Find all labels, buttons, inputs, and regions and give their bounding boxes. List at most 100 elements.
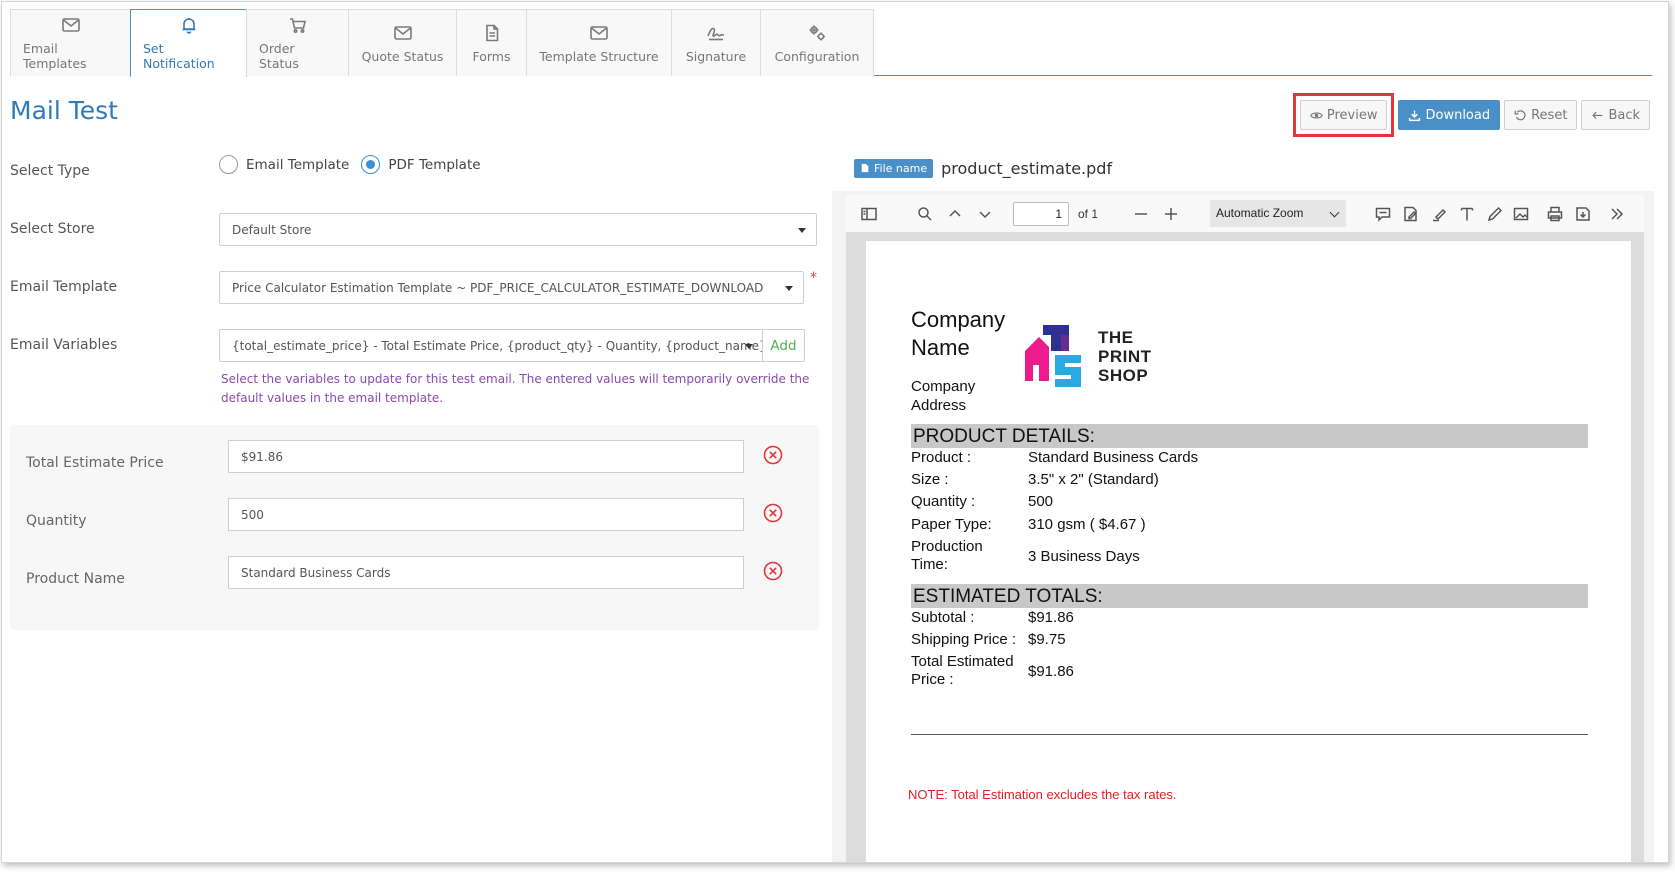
radio-pdf-template[interactable]: PDF Template <box>361 155 481 174</box>
page-count: of 1 <box>1078 207 1099 221</box>
detail-label: Paper Type: <box>911 516 992 533</box>
add-variable-button[interactable]: Add <box>762 329 805 362</box>
variables-panel: Total Estimate Price $91.86 Quantity 500… <box>10 425 819 630</box>
email-variables-row: Email Variables <box>10 337 117 353</box>
email-template-row: Email Template <box>10 279 117 295</box>
remove-circle-icon[interactable] <box>763 561 783 581</box>
app-frame: Email Templates Set Notification Order S… <box>1 1 1669 863</box>
caret-down-icon <box>785 286 793 291</box>
radio-email-template[interactable]: Email Template <box>219 155 349 174</box>
pdf-toolbar: 1 of 1 Automatic Zoom <box>846 195 1644 233</box>
detail-value: 310 gsm ( $4.67 ) <box>1028 516 1146 533</box>
variable-label: Total Estimate Price <box>26 455 164 471</box>
detail-value: 3 Business Days <box>1028 548 1140 565</box>
bell-icon <box>182 18 195 34</box>
estimated-totals-heading: ESTIMATED TOTALS: <box>911 584 1588 608</box>
company-name: Company Name <box>911 307 1006 360</box>
variables-hint: Select the variables to update for this … <box>221 372 810 405</box>
total-label: Shipping Price : <box>911 631 1017 648</box>
chevron-down-icon[interactable] <box>976 205 994 223</box>
pdf-viewport[interactable]: Company Name Company Address THE PRINT S… <box>846 233 1644 862</box>
page-number-input[interactable]: 1 <box>1013 202 1069 226</box>
text-icon[interactable] <box>1458 205 1476 223</box>
search-icon[interactable] <box>916 205 934 223</box>
tab-label: Signature <box>685 48 747 64</box>
zoom-out-icon[interactable] <box>1132 205 1150 223</box>
file-name-row: File name product_estimate.pdf <box>832 145 1654 191</box>
action-bar: Preview Download Reset Back <box>1292 93 1650 137</box>
total-label: Total Estimated Price : <box>911 653 1014 688</box>
caret-down-icon <box>745 344 753 349</box>
mail-icon <box>590 25 608 40</box>
eye-icon <box>1310 111 1323 119</box>
detail-label: Production Time: <box>911 538 983 573</box>
tab-template-structure[interactable]: Template Structure <box>526 9 672 76</box>
tab-set-notification[interactable]: Set Notification <box>130 9 247 77</box>
double-chevron-right-icon[interactable] <box>1608 205 1626 223</box>
undo-icon <box>1514 109 1526 120</box>
product-name-input[interactable]: Standard Business Cards <box>228 556 744 589</box>
tab-quote-status[interactable]: Quote Status <box>348 9 457 76</box>
back-button[interactable]: Back <box>1581 100 1650 130</box>
highlight-icon[interactable] <box>1430 205 1448 223</box>
required-mark: * <box>810 270 817 286</box>
tab-label: Quote Status <box>361 48 444 64</box>
download-button[interactable]: Download <box>1398 100 1501 130</box>
print-icon[interactable] <box>1546 205 1564 223</box>
sidebar-toggle-icon[interactable] <box>860 205 878 223</box>
pdf-page: Company Name Company Address THE PRINT S… <box>866 241 1631 862</box>
chevron-down-icon <box>1329 207 1340 218</box>
preview-button[interactable]: Preview <box>1299 100 1388 130</box>
logo-text: THE PRINT SHOP <box>1098 328 1152 385</box>
tab-label: Order Status <box>259 41 299 71</box>
cart-icon <box>289 18 306 34</box>
detail-label: Product : <box>911 449 972 466</box>
signature-icon <box>707 27 725 40</box>
file-name-badge: File name <box>854 158 934 178</box>
type-radio-group: Email Template PDF Template <box>219 155 493 174</box>
chevron-up-icon[interactable] <box>946 205 964 223</box>
detail-label: Size : <box>911 471 949 488</box>
tab-configuration[interactable]: Configuration <box>760 9 874 76</box>
pdf-divider <box>911 734 1588 735</box>
tab-label: Forms <box>472 48 511 64</box>
remove-circle-icon[interactable] <box>763 503 783 523</box>
tax-note: NOTE: Total Estimation excludes the tax … <box>908 787 1177 802</box>
remove-circle-icon[interactable] <box>763 445 783 465</box>
preview-highlight: Preview <box>1292 93 1395 137</box>
file-name: product_estimate.pdf <box>941 158 1113 178</box>
total-estimate-price-input[interactable]: $91.86 <box>228 440 744 473</box>
reset-button[interactable]: Reset <box>1504 100 1578 130</box>
select-type-row: Select Type <box>10 163 90 179</box>
select-store-row: Select Store <box>10 221 95 237</box>
select-type-label: Select Type <box>10 163 90 179</box>
tab-forms[interactable]: Forms <box>456 9 527 76</box>
store-select[interactable]: Default Store <box>219 213 817 246</box>
arrow-left-icon <box>1592 111 1603 119</box>
tab-order-status[interactable]: Order Status <box>246 9 349 76</box>
draw-icon[interactable] <box>1486 205 1504 223</box>
save-icon[interactable] <box>1574 205 1592 223</box>
image-icon[interactable] <box>1512 205 1530 223</box>
email-variables-label: Email Variables <box>10 337 118 353</box>
zoom-in-icon[interactable] <box>1162 205 1180 223</box>
tab-bar: Email Templates Set Notification Order S… <box>10 9 1652 77</box>
comment-icon[interactable] <box>1374 205 1392 223</box>
zoom-select[interactable]: Automatic Zoom <box>1210 200 1346 227</box>
total-value: $9.75 <box>1028 631 1066 648</box>
email-template-label: Email Template <box>10 279 118 295</box>
tab-email-templates[interactable]: Email Templates <box>10 9 131 76</box>
file-icon <box>861 163 869 173</box>
edit-document-icon[interactable] <box>1402 205 1420 223</box>
email-variables-select[interactable]: {total_estimate_price} - Total Estimate … <box>219 329 764 362</box>
total-value: $91.86 <box>1028 609 1074 626</box>
page-title: Mail Test <box>10 96 118 125</box>
download-icon <box>1409 110 1421 121</box>
email-template-select[interactable]: Price Calculator Estimation Template ~ P… <box>219 271 804 304</box>
variable-label: Quantity <box>26 513 87 529</box>
quantity-input[interactable]: 500 <box>228 498 744 531</box>
detail-value: Standard Business Cards <box>1028 449 1199 466</box>
pdf-preview-panel: File name product_estimate.pdf 1 of 1 Au… <box>832 145 1654 862</box>
tab-signature[interactable]: Signature <box>671 9 761 76</box>
print-shop-logo <box>1025 325 1081 387</box>
